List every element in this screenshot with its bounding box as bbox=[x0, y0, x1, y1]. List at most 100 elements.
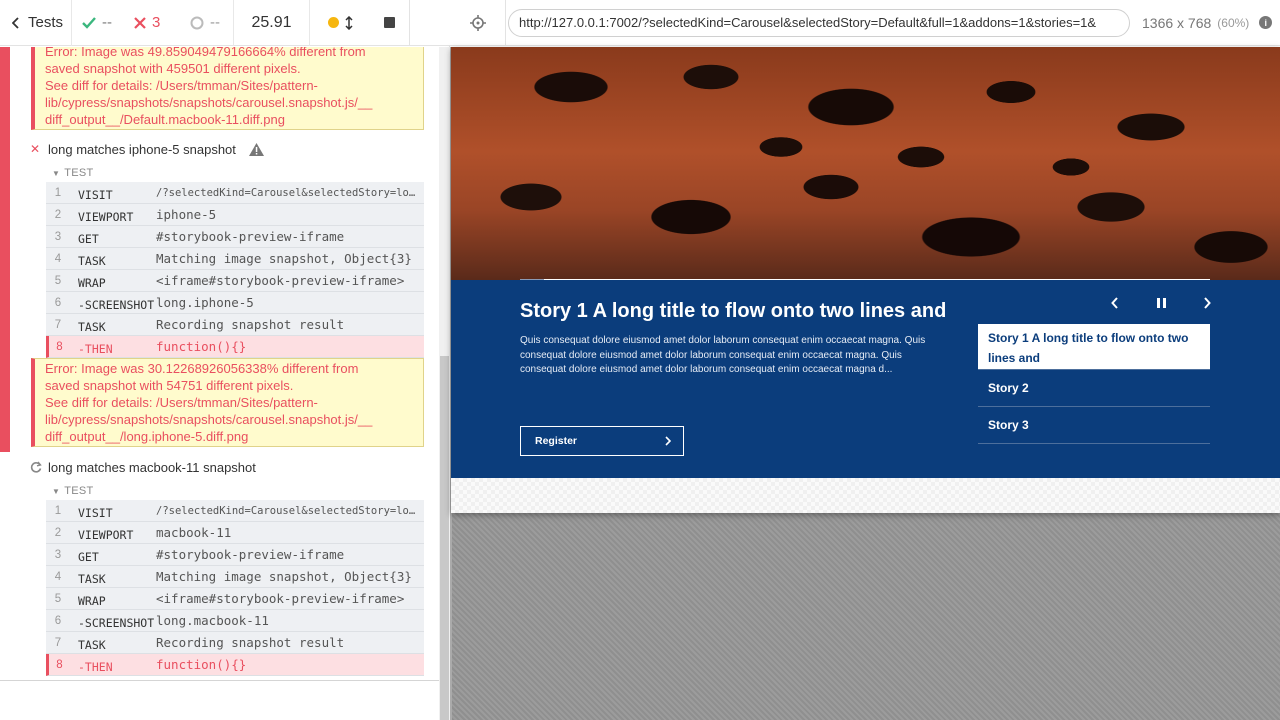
url-field[interactable]: http://127.0.0.1:7002/?selectedKind=Caro… bbox=[508, 8, 1130, 37]
test-section-header[interactable]: ▼ TEST bbox=[52, 166, 94, 180]
stop-button[interactable] bbox=[370, 0, 410, 46]
test-title-label: long matches macbook-11 snapshot bbox=[48, 459, 256, 475]
scrollbar-thumb[interactable] bbox=[440, 356, 449, 720]
chevron-right-icon bbox=[1204, 297, 1211, 309]
command-name: VISIT bbox=[78, 505, 113, 520]
running-indicator-icon bbox=[327, 17, 339, 28]
command-message: function(){} bbox=[156, 657, 247, 672]
command-name: WRAP bbox=[78, 275, 106, 290]
command-number: 2 bbox=[54, 208, 62, 221]
command-number: 5 bbox=[54, 274, 62, 287]
story-item-1[interactable]: Story 1 A long title to flow onto two li… bbox=[978, 324, 1210, 370]
test-section-label: TEST bbox=[64, 485, 94, 497]
story-item-2[interactable]: Story 2 bbox=[978, 370, 1210, 407]
command-name: VIEWPORT bbox=[78, 209, 134, 224]
command-message: long.iphone-5 bbox=[156, 295, 254, 310]
tests-button[interactable]: Tests bbox=[0, 0, 72, 46]
test-title-macbook-11[interactable]: long matches macbook-11 snapshot bbox=[30, 457, 256, 477]
pause-button[interactable] bbox=[1156, 298, 1166, 308]
error-line: See diff for details: /Users/tmman/Sites… bbox=[45, 78, 318, 93]
carousel-hero-image bbox=[451, 47, 1280, 280]
command-number: 7 bbox=[54, 318, 62, 331]
command-row[interactable]: 1 VISIT /?selectedKind=Carousel&selectedSt… bbox=[46, 182, 424, 204]
auto-scroll-toggle[interactable] bbox=[310, 0, 370, 46]
viewport-size: 1366 x 768 bbox=[1142, 14, 1212, 31]
command-row[interactable]: 4 TASK Matching image snapshot, Object{3} bbox=[46, 566, 424, 588]
next-slide-button[interactable] bbox=[1203, 297, 1211, 309]
command-row[interactable]: 3 GET #storybook-preview-iframe bbox=[46, 544, 424, 566]
x-icon bbox=[134, 16, 146, 29]
command-row[interactable]: 8 -THEN function(){} bbox=[46, 336, 424, 358]
command-number: 7 bbox=[54, 636, 62, 649]
failed-count: 3 bbox=[128, 0, 182, 46]
command-name: -THEN bbox=[78, 341, 113, 356]
command-message: /?selectedKind=Carousel&selectedStory=lo… bbox=[156, 186, 422, 199]
test-section-header[interactable]: ▼ TEST bbox=[52, 484, 94, 498]
command-message: <iframe#storybook-preview-iframe> bbox=[156, 591, 405, 606]
carousel-content-panel: Story 1 A long title to flow onto two li… bbox=[451, 280, 1280, 478]
duration: 25.91 bbox=[234, 0, 310, 46]
command-name: -SCREENSHOT bbox=[78, 297, 155, 312]
command-row[interactable]: 2 VIEWPORT macbook-11 bbox=[46, 522, 424, 544]
error-line: Error: Image was 30.12268926056338% diff… bbox=[45, 361, 359, 376]
command-number: 8 bbox=[56, 658, 63, 671]
command-name: TASK bbox=[78, 253, 106, 268]
caret-down-icon: ▼ bbox=[52, 168, 61, 178]
command-name: -THEN bbox=[78, 659, 113, 674]
command-name: GET bbox=[78, 231, 99, 246]
command-name: TASK bbox=[78, 571, 106, 586]
failed-value: 3 bbox=[152, 14, 161, 31]
command-number: 6 bbox=[54, 296, 62, 309]
command-row[interactable]: 8 -THEN function(){} bbox=[46, 654, 424, 676]
stats-bar: Tests -- 3 -- 25.91 bbox=[0, 0, 450, 46]
command-name: VIEWPORT bbox=[78, 527, 134, 542]
refresh-icon bbox=[30, 461, 42, 473]
story-item-3[interactable]: Story 3 bbox=[978, 407, 1210, 444]
carousel-controls bbox=[1111, 294, 1211, 312]
register-button[interactable]: Register bbox=[520, 426, 684, 456]
command-name: WRAP bbox=[78, 593, 106, 608]
test-title-iphone-5[interactable]: ✕ long matches iphone-5 snapshot bbox=[30, 139, 265, 159]
error-line: lib/cypress/snapshots/snapshots/carousel… bbox=[45, 412, 373, 427]
viewport-info[interactable]: 1366 x 768 (60%) i bbox=[1142, 14, 1273, 31]
failed-suite-indicator bbox=[0, 47, 10, 452]
command-message: Matching image snapshot, Object{3} bbox=[156, 569, 412, 584]
command-number: 8 bbox=[56, 340, 63, 353]
command-log-panel: Tests -- 3 -- 25.91 Error: Image was 49.… bbox=[0, 0, 450, 720]
command-row[interactable]: 3 GET #storybook-preview-iframe bbox=[46, 226, 424, 248]
command-row[interactable]: 2 VIEWPORT iphone-5 bbox=[46, 204, 424, 226]
command-row[interactable]: 7 TASK Recording snapshot result bbox=[46, 314, 424, 336]
command-message: <iframe#storybook-preview-iframe> bbox=[156, 273, 405, 288]
command-row[interactable]: 5 WRAP <iframe#storybook-preview-iframe> bbox=[46, 270, 424, 292]
command-message: Recording snapshot result bbox=[156, 317, 345, 332]
command-row[interactable]: 7 TASK Recording snapshot result bbox=[46, 632, 424, 654]
command-number: 1 bbox=[54, 186, 62, 199]
command-message: iphone-5 bbox=[156, 207, 217, 222]
command-list-macbook-11: 1 VISIT /?selectedKind=Carousel&selectedSt… bbox=[46, 500, 424, 676]
command-row[interactable]: 1 VISIT /?selectedKind=Carousel&selectedSt… bbox=[46, 500, 424, 522]
command-row[interactable]: 4 TASK Matching image snapshot, Object{3} bbox=[46, 248, 424, 270]
aut-header: http://127.0.0.1:7002/?selectedKind=Caro… bbox=[450, 0, 1280, 46]
command-row[interactable]: 6 -SCREENSHOT long.iphone-5 bbox=[46, 292, 424, 314]
error-line: diff_output__/long.iphone-5.diff.png bbox=[45, 429, 249, 444]
command-number: 4 bbox=[54, 570, 62, 583]
command-log-scroll[interactable]: Error: Image was 49.859049479166664% dif… bbox=[0, 47, 440, 680]
command-name: GET bbox=[78, 549, 99, 564]
error-line: lib/cypress/snapshots/snapshots/carousel… bbox=[45, 95, 373, 110]
command-name: TASK bbox=[78, 637, 106, 652]
error-line: Error: Image was 49.859049479166664% dif… bbox=[45, 47, 366, 59]
chevron-right-icon bbox=[665, 436, 671, 446]
command-message: long.macbook-11 bbox=[156, 613, 269, 628]
selector-playground-button[interactable] bbox=[450, 0, 506, 46]
command-row[interactable]: 6 -SCREENSHOT long.macbook-11 bbox=[46, 610, 424, 632]
pause-icon bbox=[1156, 298, 1166, 308]
story-list: Story 1 A long title to flow onto two li… bbox=[978, 324, 1210, 444]
command-message: #storybook-preview-iframe bbox=[156, 229, 345, 244]
command-number: 5 bbox=[54, 592, 62, 605]
story-description: Quis consequat dolore eiusmod amet dolor… bbox=[520, 335, 926, 375]
previous-slide-button[interactable] bbox=[1111, 297, 1119, 309]
aut-iframe: Story 1 A long title to flow onto two li… bbox=[451, 47, 1280, 513]
error-line: See diff for details: /Users/tmman/Sites… bbox=[45, 395, 318, 410]
error-message-2: Error: Image was 30.12268926056338% diff… bbox=[31, 358, 424, 447]
command-row[interactable]: 5 WRAP <iframe#storybook-preview-iframe> bbox=[46, 588, 424, 610]
